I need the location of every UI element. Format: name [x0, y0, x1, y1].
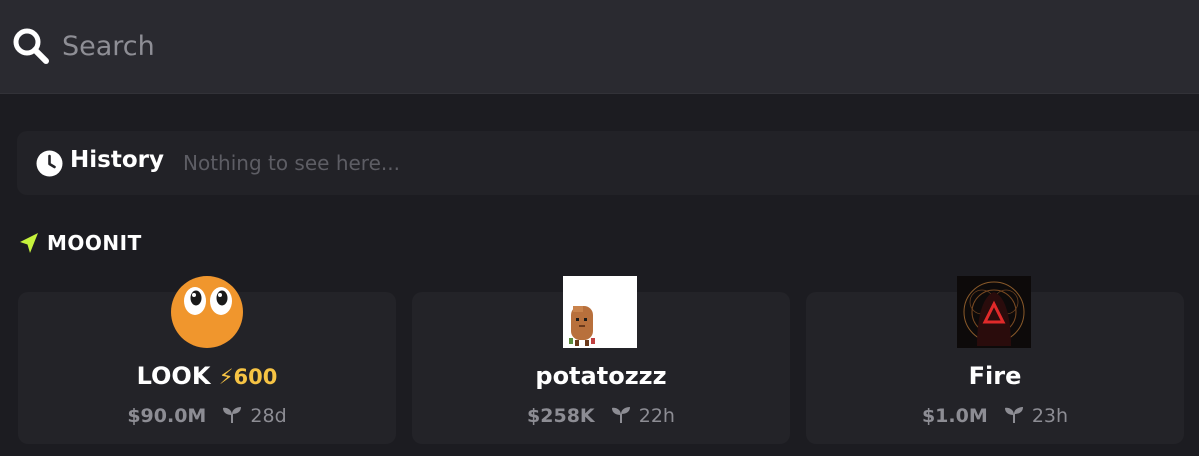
history-label: History: [70, 147, 164, 173]
token-meta: $1.0M 23h: [806, 405, 1184, 427]
token-meta: $90.0M 28d: [18, 405, 396, 427]
token-name: Fire: [968, 362, 1022, 390]
market-cap: $90.0M: [127, 405, 207, 427]
search-input[interactable]: [62, 24, 1062, 68]
token-name-text: LOOK: [136, 362, 211, 390]
clock-icon: [36, 150, 63, 177]
lightning-icon: ⚡: [218, 365, 234, 389]
boost-badge: ⚡600: [219, 365, 278, 389]
sprout-icon: [223, 407, 242, 423]
history-panel: History Nothing to see here...: [17, 131, 1199, 195]
moonit-logo-icon: [20, 233, 38, 253]
token-age: 22h: [638, 405, 675, 427]
section-title: MOONIT: [47, 231, 142, 255]
sprout-icon: [611, 407, 630, 423]
token-name: LOOK ⚡600: [18, 362, 396, 390]
token-image-potato[interactable]: [563, 276, 637, 348]
market-cap: $258K: [527, 405, 595, 427]
token-age: 28d: [250, 405, 287, 427]
boost-value: 600: [233, 365, 278, 389]
sprout-icon: [1004, 407, 1023, 423]
market-cap: $1.0M: [921, 405, 988, 427]
search-bar: [0, 0, 1199, 94]
history-empty-text: Nothing to see here...: [183, 151, 400, 175]
token-age: 23h: [1031, 405, 1069, 427]
search-icon: [13, 28, 49, 64]
token-meta: $258K 22h: [412, 405, 790, 427]
token-name: potatozzz: [535, 362, 667, 390]
token-image-eyes[interactable]: [170, 276, 244, 348]
token-image-fire[interactable]: [957, 276, 1031, 348]
